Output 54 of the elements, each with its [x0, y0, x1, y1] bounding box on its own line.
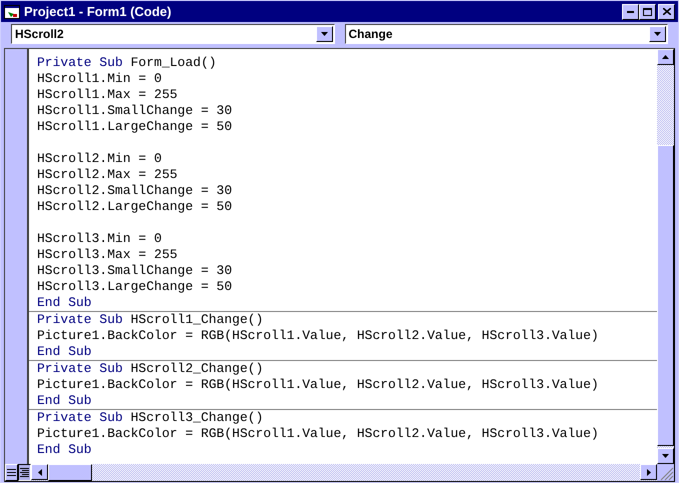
- code-line: HScroll2.Max = 255: [36, 167, 178, 183]
- code-line: HScroll2.LargeChange = 50: [36, 199, 232, 215]
- window-title: Project1 - Form1 (Code): [24, 2, 172, 21]
- maximize-button[interactable]: [639, 4, 656, 20]
- code-line: Picture1.BackColor = RGB(HScroll1.Value, HScroll2.Value, HScroll3.Value): [36, 426, 599, 442]
- scroll-left-button[interactable]: [31, 464, 48, 480]
- code-line: Private Sub HScroll2_Change(): [36, 361, 264, 377]
- minimize-icon: [627, 10, 634, 12]
- code-line: HScroll1.LargeChange = 50: [36, 119, 232, 135]
- code-line: HScroll3.SmallChange = 30: [36, 263, 232, 279]
- code-editor[interactable]: [29, 49, 657, 464]
- scroll-down-button[interactable]: [657, 448, 674, 464]
- code-line: HScroll1.SmallChange = 30: [36, 103, 232, 119]
- procedure-dropdown[interactable]: Change: [344, 24, 668, 44]
- full-module-view-button[interactable]: [18, 464, 31, 481]
- caret-icon: [320, 32, 328, 36]
- code-line: HScroll3.Min = 0: [36, 231, 162, 247]
- dropdown-button[interactable]: [649, 26, 666, 42]
- lines-icon: [20, 468, 29, 477]
- window-icon: [4, 4, 20, 18]
- caret-icon: [654, 32, 661, 36]
- scroll-thumb[interactable]: [657, 145, 674, 446]
- code-line: End Sub: [36, 442, 92, 458]
- code-line: HScroll1.Max = 255: [36, 87, 178, 103]
- code-line: HScroll1.Min = 0: [36, 71, 162, 87]
- object-dropdown[interactable]: HScroll2: [11, 24, 334, 44]
- code-line: HScroll2.Min = 0: [36, 151, 162, 167]
- left-arrow-icon: [38, 468, 42, 476]
- code-line: Private Sub HScroll1_Change(): [36, 312, 264, 328]
- up-arrow-icon: [662, 55, 669, 59]
- lines-icon: [7, 469, 16, 476]
- code-line: End Sub: [36, 295, 92, 311]
- code-line: HScroll3.LargeChange = 50: [36, 279, 232, 295]
- code-line: HScroll3.Max = 255: [36, 247, 178, 263]
- code-line: End Sub: [36, 344, 92, 360]
- code-line: Picture1.BackColor = RGB(HScroll1.Value, HScroll2.Value, HScroll3.Value): [36, 377, 599, 393]
- close-button[interactable]: [658, 4, 675, 20]
- vertical-scrollbar[interactable]: [657, 49, 674, 464]
- code-line: End Sub: [36, 393, 92, 409]
- scroll-up-button[interactable]: [657, 49, 674, 65]
- code-line: HScroll2.SmallChange = 30: [36, 183, 232, 199]
- dropdown-button[interactable]: [316, 26, 332, 42]
- procedure-view-button[interactable]: [5, 464, 18, 481]
- right-arrow-icon: [646, 468, 650, 476]
- scroll-thumb[interactable]: [48, 464, 92, 481]
- code-line: Private Sub HScroll3_Change(): [36, 410, 264, 426]
- close-icon: [662, 8, 670, 15]
- code-line: Picture1.BackColor = RGB(HScroll1.Value, HScroll2.Value, HScroll3.Value): [36, 328, 599, 344]
- maximize-icon: [643, 8, 652, 16]
- code-line: Private Sub Form_Load(): [36, 55, 216, 71]
- minimize-button[interactable]: [622, 4, 639, 20]
- scroll-right-button[interactable]: [640, 464, 657, 480]
- down-arrow-icon: [662, 454, 669, 458]
- horizontal-scrollbar[interactable]: [31, 464, 657, 481]
